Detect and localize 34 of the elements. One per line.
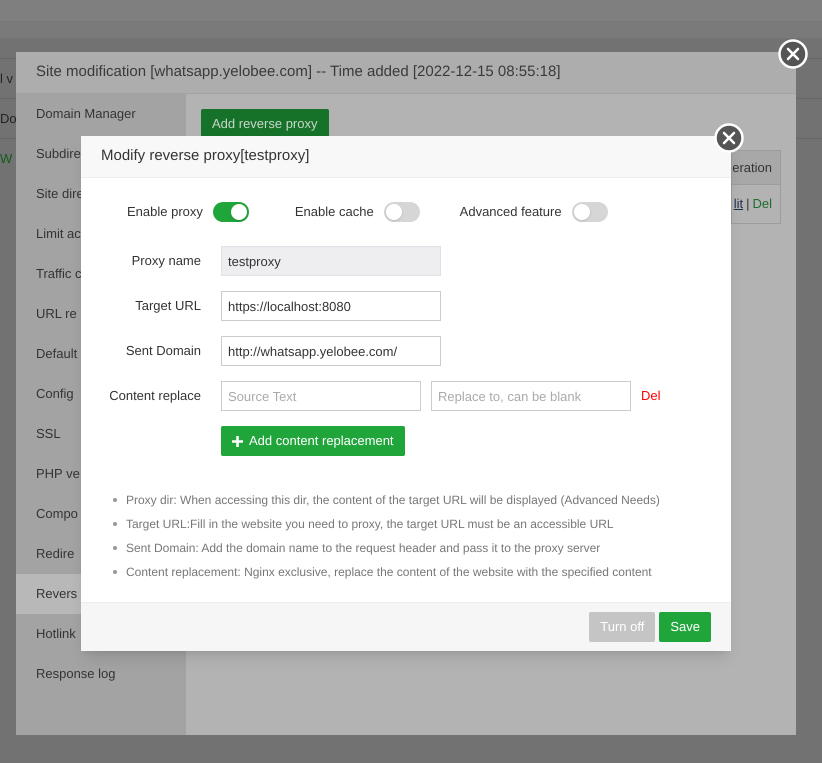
field-label: Target URL — [134, 297, 201, 316]
add-content-replacement-button[interactable]: Add content replacement — [221, 426, 405, 456]
help-note: Target URL:Fill in the website you need to proxy, the target URL must be an accessible URL — [126, 516, 614, 533]
edit-link[interactable]: lit — [734, 194, 744, 214]
add-reverse-proxy-button[interactable]: Add reverse proxy — [201, 109, 328, 139]
column-header: eration — [732, 158, 772, 177]
toggle-label: Advanced feature — [460, 203, 562, 222]
toggle-switch[interactable] — [384, 202, 420, 222]
sidebar-item[interactable]: Domain Manager — [16, 94, 186, 134]
text-field[interactable]: http://whatsapp.yelobee.com/ — [221, 336, 441, 366]
text-field[interactable]: https://localhost:8080 — [221, 291, 441, 321]
replace-text-field[interactable]: Replace to, can be blank — [431, 381, 631, 411]
delete-link[interactable]: Del — [641, 386, 661, 406]
dialog-title: Site modification [whatsapp.yelobee.com] -- Time added [2022-12-15 08:55:18] — [36, 62, 560, 82]
toggle-switch[interactable] — [212, 202, 249, 222]
separator: | — [746, 195, 750, 214]
page-text: l v — [0, 70, 13, 88]
help-note: Proxy dir: When accessing this dir, the content of the target URL will be displayed (Advanced Needs) — [126, 492, 660, 509]
field-label: Sent Domain — [124, 342, 201, 360]
close-icon[interactable] — [778, 39, 808, 69]
dialog-title: Modify reverse proxy[testproxy] — [101, 146, 310, 166]
help-note: Content replacement: Nginx exclusive, replace the content of the website with the specified content — [126, 564, 652, 581]
toggle-switch[interactable] — [572, 202, 608, 222]
toggle-label: Enable proxy — [127, 203, 203, 222]
toggle-label: Enable cache — [294, 203, 374, 222]
help-note: Sent Domain: Add the domain name to the request header and pass it to the proxy server — [126, 540, 600, 557]
field-label: Proxy name — [130, 252, 201, 270]
field-label: Content replace — [108, 387, 201, 406]
sidebar-item[interactable]: Response log — [16, 654, 186, 694]
page-text: Do — [0, 110, 17, 128]
source-text-field[interactable]: Source Text — [221, 381, 421, 411]
plus-icon — [232, 436, 243, 446]
save-button[interactable]: Save — [659, 612, 711, 642]
delete-link[interactable]: Del — [752, 194, 772, 214]
